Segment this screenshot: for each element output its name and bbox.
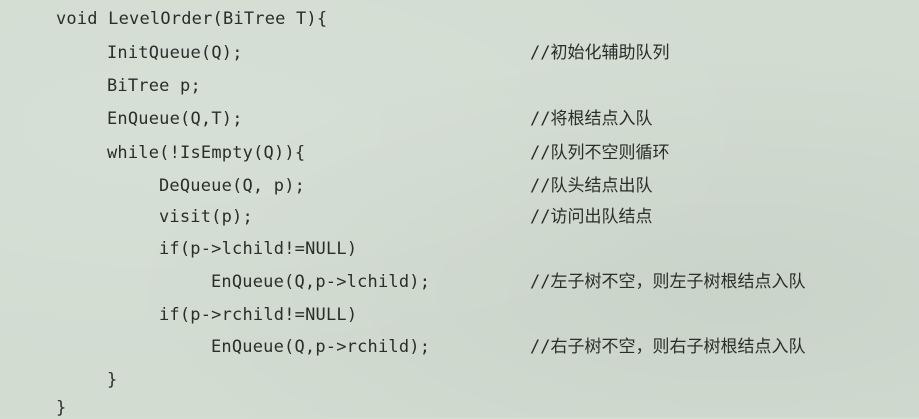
comment-line-4: //将根结点入队 xyxy=(530,109,653,129)
code-line-4: EnQueue(Q,T); xyxy=(107,109,243,129)
comment-line-2: //初始化辅助队列 xyxy=(530,43,670,63)
comment-line-5: //队列不空则循环 xyxy=(530,143,670,163)
code-line-9: EnQueue(Q,p->lchild); xyxy=(211,272,431,292)
code-page: void LevelOrder(BiTree T){ InitQueue(Q);… xyxy=(0,0,919,418)
code-line-7: visit(p); xyxy=(159,207,253,227)
code-line-11: EnQueue(Q,p->rchild); xyxy=(211,337,431,357)
comment-line-7: //访问出队结点 xyxy=(530,207,653,227)
comment-line-9: //左子树不空，则左子树根结点入队 xyxy=(530,272,806,292)
code-line-1: void LevelOrder(BiTree T){ xyxy=(56,9,328,29)
comment-line-6: //队头结点出队 xyxy=(530,176,653,196)
code-line-10: if(p->rchild!=NULL) xyxy=(159,305,358,325)
code-line-6: DeQueue(Q, p); xyxy=(159,176,306,196)
comment-line-11: //右子树不空，则右子树根结点入队 xyxy=(530,337,806,357)
code-line-3: BiTree p; xyxy=(107,76,201,96)
code-line-12: } xyxy=(107,370,118,390)
code-line-13: } xyxy=(56,398,67,418)
code-line-2: InitQueue(Q); xyxy=(107,43,243,63)
code-line-8: if(p->lchild!=NULL) xyxy=(159,239,358,259)
code-line-5: while(!IsEmpty(Q)){ xyxy=(107,143,306,163)
